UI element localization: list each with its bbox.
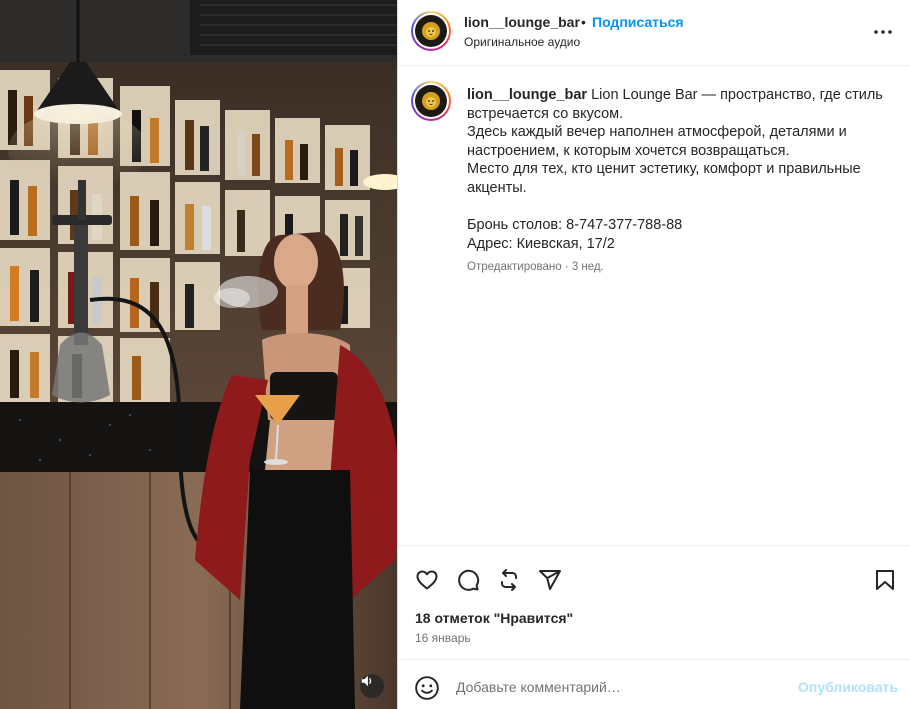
heart-icon (416, 570, 438, 590)
repost-button[interactable] (495, 566, 523, 594)
likes-count[interactable]: 18 отметок "Нравится" (415, 610, 573, 626)
comment-input[interactable] (456, 676, 786, 698)
share-button[interactable] (536, 566, 564, 594)
bookmark-icon (876, 570, 894, 590)
post-actions (398, 545, 910, 591)
publish-comment-button[interactable]: Опубликовать (798, 679, 898, 695)
audio-link[interactable]: Оригинальное аудио (464, 35, 580, 49)
post-media-video[interactable] (0, 0, 397, 709)
avatar[interactable] (411, 11, 451, 51)
caption-address: Адрес: Киевская, 17/2 (467, 235, 615, 252)
post-caption: lion__lounge_bar Lion Lounge Bar — прост… (398, 66, 910, 540)
lion-logo-icon (419, 89, 443, 113)
comment-bar: Опубликовать (398, 659, 910, 709)
more-horizontal-icon (874, 30, 892, 34)
separator-dot: • (581, 14, 586, 30)
video-frame (0, 0, 397, 709)
caption-edited-time: Отредактировано · 3 нед. (467, 261, 604, 273)
post-details-panel: lion__lounge_bar • Подписаться Оригиналь… (398, 0, 910, 709)
caption-line-2: Здесь каждый вечер наполнен атмосферой, … (467, 124, 847, 159)
follow-button[interactable]: Подписаться (592, 14, 684, 30)
save-button[interactable] (871, 566, 899, 594)
emoji-icon[interactable] (414, 675, 440, 701)
send-icon (539, 570, 561, 590)
comment-icon (458, 569, 480, 591)
speaker-icon (361, 675, 372, 687)
caption-booking: Бронь столов: 8-747-377-788-88 (467, 217, 683, 234)
caption-avatar[interactable] (411, 81, 451, 121)
caption-text: lion__lounge_bar Lion Lounge Bar — прост… (467, 86, 892, 253)
post-header: lion__lounge_bar • Подписаться Оригиналь… (398, 0, 910, 66)
comment-button[interactable] (454, 566, 482, 594)
caption-username[interactable]: lion__lounge_bar (467, 87, 587, 103)
sound-toggle-button[interactable] (360, 674, 384, 698)
post-date[interactable]: 16 январь (415, 631, 471, 645)
more-options-button[interactable] (868, 20, 898, 44)
repost-icon (501, 569, 517, 591)
post-author-username[interactable]: lion__lounge_bar (464, 14, 580, 30)
like-button[interactable] (413, 566, 441, 594)
lion-logo-icon (419, 19, 443, 43)
caption-line-3: Место для тех, кто ценит эстетику, комфо… (467, 161, 861, 196)
